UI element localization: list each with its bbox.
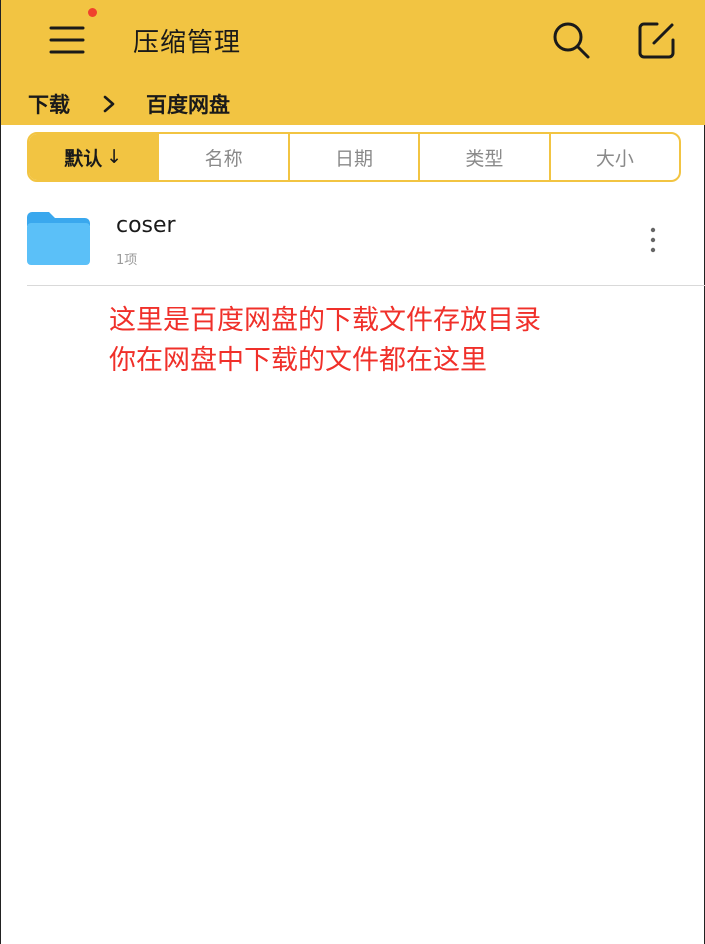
divider [27, 285, 705, 286]
sort-tab-label: 默认 [64, 147, 103, 170]
edit-button[interactable] [635, 18, 679, 62]
search-button[interactable] [549, 18, 593, 62]
more-vertical-icon [650, 227, 656, 253]
file-item-count: 1项 [116, 253, 138, 268]
folder-icon [27, 212, 90, 265]
search-icon [553, 22, 590, 59]
sort-direction-icon: ↓ [106, 146, 123, 168]
more-options-button[interactable] [641, 224, 665, 256]
breadcrumb-item-downloads[interactable]: 下载 [28, 89, 70, 119]
annotation-line-1: 这里是百度网盘的下载文件存放目录 [109, 305, 541, 336]
page-title: 压缩管理 [133, 28, 242, 58]
sort-tabs: 默认 ↓ 名称 日期 类型 大小 [27, 132, 681, 182]
chevron-right-icon [103, 95, 115, 113]
sort-tab-date[interactable]: 日期 [287, 134, 418, 180]
menu-icon [49, 26, 85, 54]
file-name: coser [116, 213, 176, 238]
breadcrumb-item-baidu-netdisk[interactable]: 百度网盘 [146, 89, 230, 119]
annotation-line-2: 你在网盘中下载的文件都在这里 [109, 345, 487, 376]
edit-icon [638, 22, 675, 59]
sort-tab-label: 名称 [204, 147, 243, 170]
breadcrumb: 下载 百度网盘 [28, 88, 230, 120]
list-item[interactable]: coser 1项 [1, 196, 705, 284]
sort-tab-type[interactable]: 类型 [418, 134, 548, 180]
top-app-bar: 压缩管理 下载 百度网盘 [1, 0, 705, 125]
sort-tab-label: 大小 [595, 147, 634, 170]
menu-button[interactable] [45, 18, 89, 62]
sort-tab-label: 日期 [335, 147, 374, 170]
sort-tab-default[interactable]: 默认 ↓ [29, 134, 158, 180]
sort-tab-name[interactable]: 名称 [157, 134, 287, 180]
sort-tab-size[interactable]: 大小 [548, 134, 679, 180]
notification-dot [88, 8, 97, 17]
sort-tab-label: 类型 [465, 147, 504, 170]
